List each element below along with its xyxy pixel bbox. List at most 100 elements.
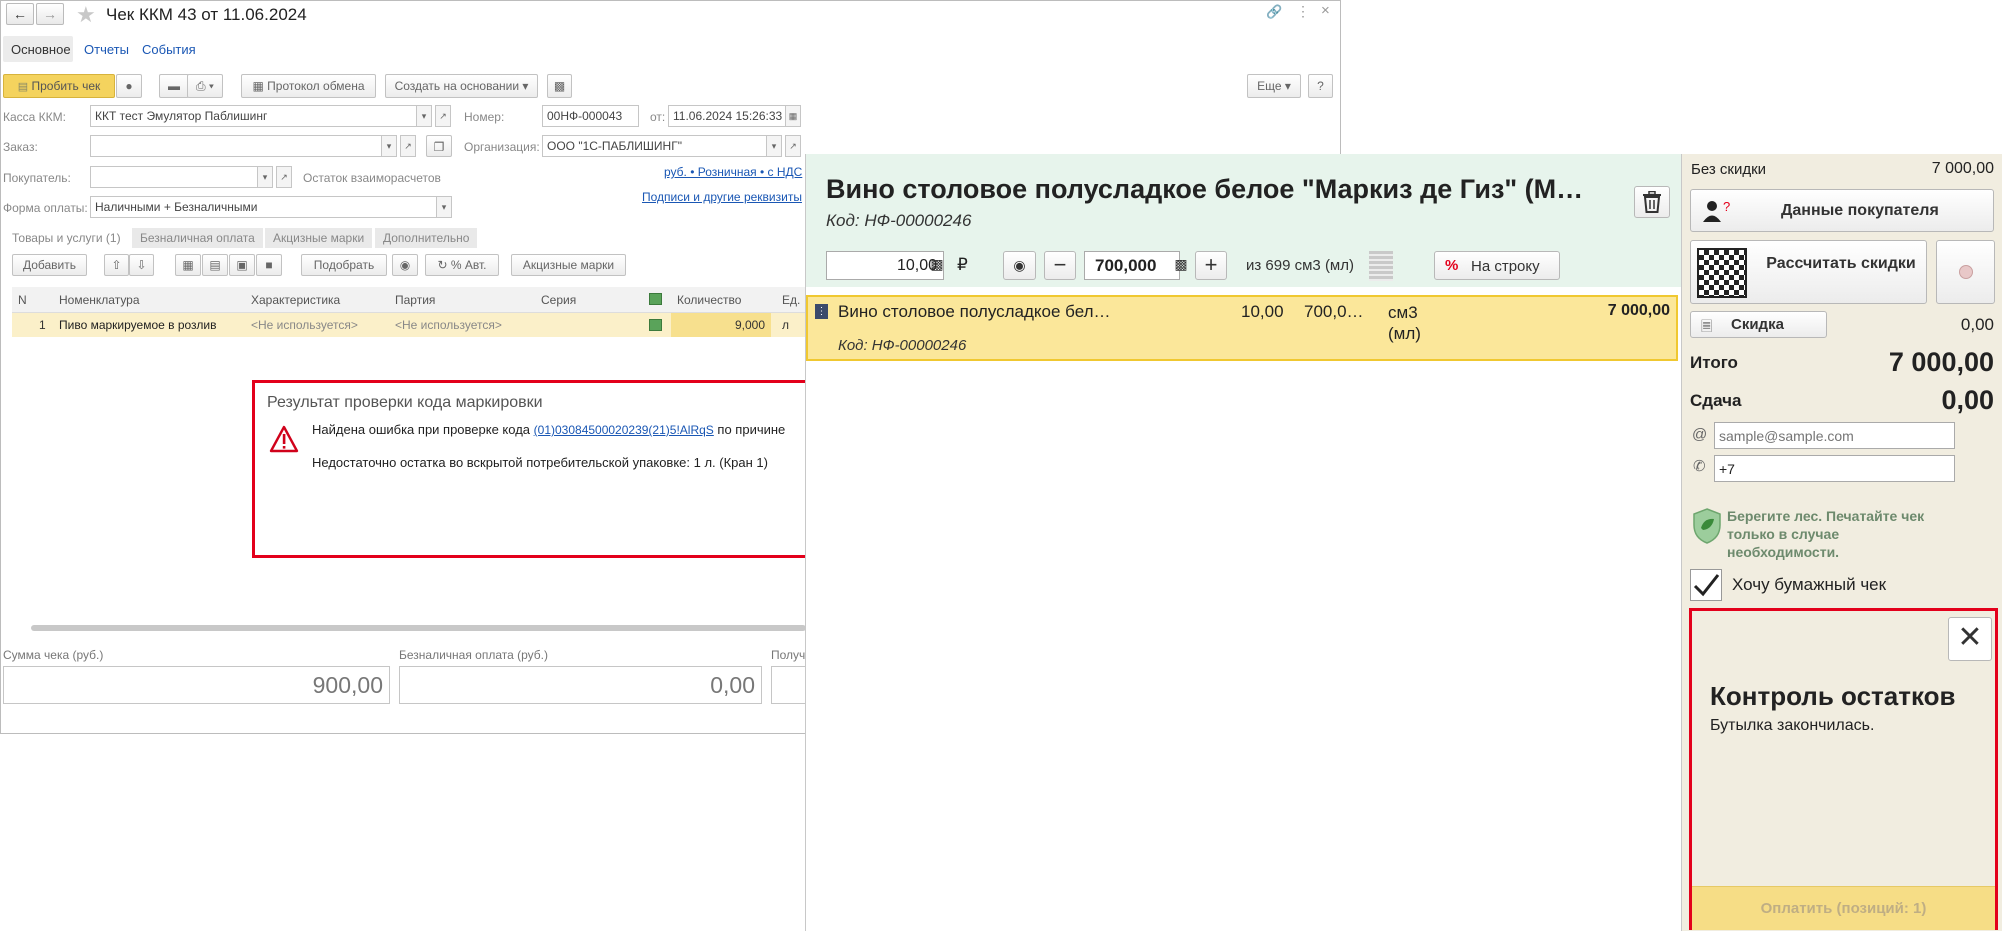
quantity-input[interactable]: 700,000 — [1084, 251, 1180, 280]
structure-button[interactable]: ▩ — [547, 74, 572, 98]
signatures-link[interactable]: Подписи и другие реквизиты — [642, 190, 802, 204]
more-button[interactable]: Еще ▾ — [1247, 74, 1301, 98]
person-question-icon: ? — [1703, 199, 1730, 222]
cash-register-icon: ▤ — [17, 81, 29, 93]
email-icon: @ — [1692, 426, 1708, 443]
number-field[interactable]: 00НФ-000043 — [542, 105, 639, 127]
check-lock-button[interactable]: ● — [116, 74, 142, 98]
buyer-field[interactable] — [90, 166, 258, 188]
buyer-open-button[interactable]: ↗ — [276, 166, 292, 188]
subtab-goods[interactable]: Товары и услуги (1) — [4, 228, 129, 248]
kassa-label: Касса ККМ: — [3, 110, 66, 124]
back-button[interactable]: ← — [6, 3, 34, 25]
date-field[interactable]: 11.06.2024 15:26:33 — [668, 105, 786, 127]
close-icon[interactable]: × — [1321, 2, 1330, 19]
more-icon[interactable]: ⋮ — [1296, 3, 1310, 20]
number-label: Номер: — [464, 110, 505, 124]
qty-decrease-button[interactable]: − — [1044, 251, 1076, 280]
move-down-button[interactable]: ⇩ — [129, 254, 154, 276]
create-based-on-button[interactable]: Создать на основании ▾ — [385, 74, 538, 98]
error-title: Результат проверки кода маркировки — [267, 394, 543, 411]
total-label: Итого — [1690, 353, 1738, 372]
order-dropdown-button[interactable]: ▾ — [381, 135, 397, 157]
col-series: Серия — [541, 293, 577, 307]
marking-code-link[interactable]: (01)03084500020239(21)5!AlRqS — [534, 423, 714, 437]
buyer-dropdown-button[interactable]: ▾ — [257, 166, 273, 188]
add-row-button[interactable]: Добавить — [12, 254, 87, 276]
kassa-field[interactable]: ККТ тест Эмулятор Паблишинг — [90, 105, 417, 127]
pos-summary-panel: Без скидки 7 000,00 ? Данные покупателя … — [1681, 154, 2002, 931]
email-input[interactable] — [1714, 422, 1955, 449]
payment-form-field[interactable]: Наличными + Безналичными — [90, 196, 437, 218]
lock-icon: ● — [125, 79, 133, 93]
horizontal-scrollbar[interactable] — [31, 625, 806, 631]
to-line-button[interactable]: % На строку — [1434, 251, 1560, 280]
error-line-1: Найдена ошибка при проверке кода (01)030… — [312, 422, 786, 437]
kassa-open-button[interactable]: ↗ — [435, 105, 451, 127]
order-label: Заказ: — [3, 140, 38, 154]
view-button[interactable]: ◉ — [392, 254, 418, 276]
phone-input[interactable]: +7 — [1714, 455, 1955, 482]
cash-drawer-button[interactable]: ▬ — [159, 74, 189, 98]
exchange-protocol-button[interactable]: ▦ Протокол обмена — [241, 74, 376, 98]
notice-text: Бутылка закончилась. — [1710, 717, 1875, 734]
price-type-link[interactable]: руб. • Розничная • с НДС — [664, 165, 802, 179]
order-field[interactable] — [90, 135, 382, 157]
organization-open-button[interactable]: ↗ — [785, 135, 801, 157]
scan-button[interactable]: ▤ — [202, 254, 228, 276]
delete-button[interactable] — [1634, 186, 1670, 218]
organization-field[interactable]: ООО "1С-ПАБЛИШИНГ" — [542, 135, 767, 157]
discount-button[interactable]: 🗏 Скидка — [1690, 311, 1827, 338]
tab-main[interactable]: Основное — [3, 36, 73, 62]
tab-reports[interactable]: Отчеты — [84, 42, 129, 57]
dropdown-arrow-icon: ▾ — [1284, 79, 1291, 93]
help-button[interactable]: ? — [1308, 74, 1333, 98]
link-icon[interactable]: 🔗 — [1266, 4, 1282, 20]
barcode-button[interactable]: ▦ — [175, 254, 201, 276]
order-open-button[interactable]: ↗ — [400, 135, 416, 157]
weight-button[interactable]: ▣ — [229, 254, 255, 276]
kassa-dropdown-button[interactable]: ▾ — [416, 105, 432, 127]
favorite-star-icon[interactable]: ★ — [76, 2, 96, 28]
cart-line[interactable]: ⋮ Вино столовое полусладкое бел… 10,00 7… — [806, 295, 1678, 361]
status-dot-icon — [1959, 265, 1973, 279]
cashless-label: Безналичная оплата (руб.) — [399, 648, 549, 662]
balance-label: Остаток взаиморасчетов — [303, 171, 441, 185]
view-stock-button[interactable]: ◉ — [1003, 251, 1036, 280]
forward-button[interactable]: → — [36, 3, 64, 25]
subtab-cashless[interactable]: Безналичная оплата — [132, 228, 263, 248]
close-icon: ✕ — [1957, 621, 1983, 654]
auto-discount-button[interactable]: ↻ % Авт. — [425, 254, 499, 276]
buyer-data-button[interactable]: ? Данные покупателя — [1690, 189, 1994, 232]
sum-field: 900,00 — [3, 666, 390, 704]
excise-marks-button[interactable]: Акцизные марки — [511, 254, 626, 276]
col-n: N — [18, 293, 27, 307]
stamp-button[interactable]: ■ — [256, 254, 282, 276]
pay-button[interactable]: Оплатить (позиций: 1) — [1692, 886, 1995, 930]
notice-close-button[interactable]: ✕ — [1948, 617, 1992, 661]
change-label: Сдача — [1690, 391, 1742, 410]
subtab-excise[interactable]: Акцизные марки — [265, 228, 373, 248]
qty-increase-button[interactable]: + — [1195, 251, 1227, 280]
refresh-icon: ↻ — [437, 258, 448, 272]
discount-options-button[interactable] — [1936, 240, 1995, 304]
move-up-button[interactable]: ⇧ — [104, 254, 129, 276]
paper-check-checkbox[interactable] — [1690, 569, 1722, 601]
eco-text: Берегите лес. Печатайте чек только в слу… — [1727, 508, 1925, 560]
qty-keypad-icon[interactable]: ▩ — [1171, 251, 1191, 280]
calc-discounts-button[interactable]: Рассчитать скидки — [1690, 240, 1927, 304]
cart-line-price: 10,00 — [1241, 302, 1284, 321]
organization-dropdown-button[interactable]: ▾ — [766, 135, 782, 157]
date-label: от: — [650, 110, 666, 124]
payment-form-dropdown-button[interactable]: ▾ — [436, 196, 452, 218]
row-unit: л — [782, 318, 790, 332]
order-copy-button[interactable]: ❐ — [426, 135, 452, 157]
print-check-button[interactable]: ▤ Пробить чек — [3, 74, 115, 98]
pick-button[interactable]: Подобрать — [301, 254, 387, 276]
subtab-additional[interactable]: Дополнительно — [375, 228, 478, 248]
tab-events[interactable]: События — [142, 42, 196, 57]
eye-icon: ◉ — [1013, 257, 1026, 273]
print-menu-button[interactable]: ⎙ ▾ — [187, 74, 223, 98]
calendar-button[interactable]: ▦ — [785, 105, 801, 127]
price-keypad-icon[interactable]: ▩ — [927, 251, 947, 280]
